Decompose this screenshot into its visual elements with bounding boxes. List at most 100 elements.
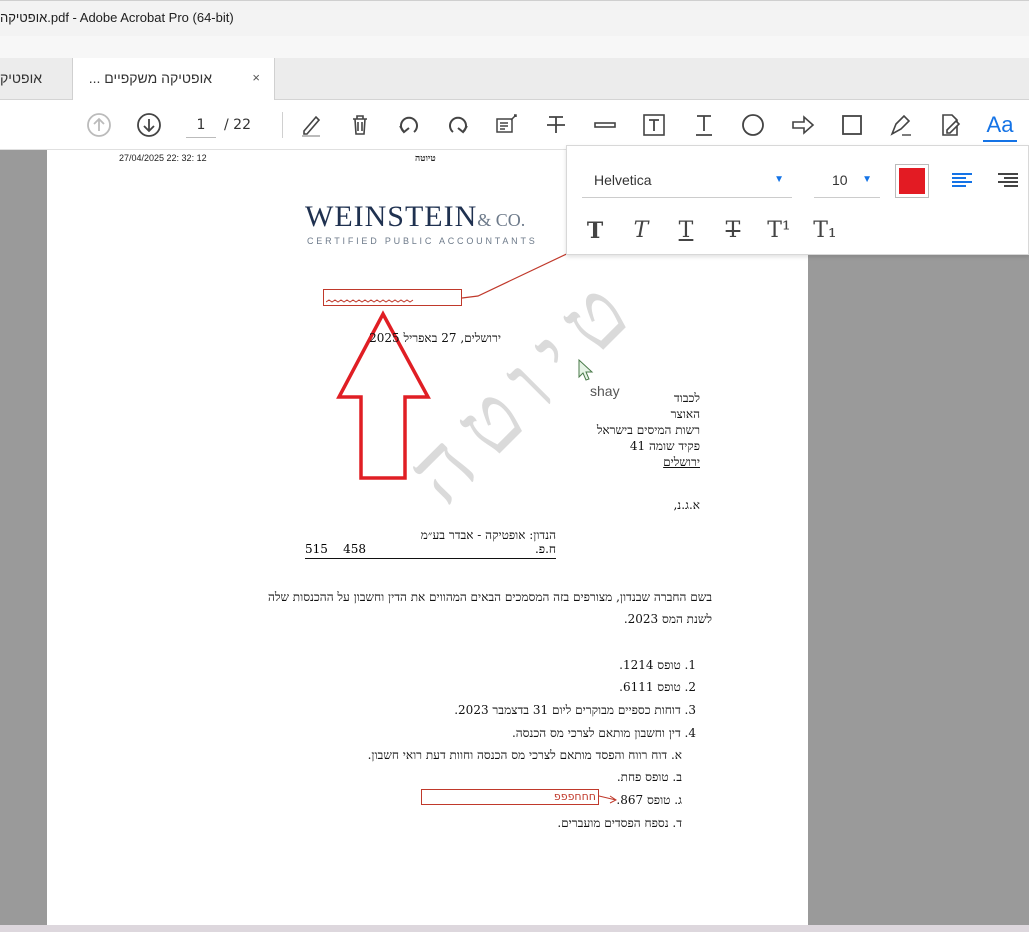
redo-icon — [449, 116, 468, 134]
stamp-tool[interactable] — [935, 111, 965, 139]
undo-icon — [399, 116, 418, 134]
superscript-button[interactable]: T¹ — [764, 216, 794, 246]
font-size-dropdown[interactable]: 10 ▼ — [814, 164, 880, 198]
document-page[interactable]: 27/04/2025 22: 32: 12 טיוטה WEINSTEIN& C… — [47, 150, 808, 925]
rectangle-tool[interactable] — [837, 111, 867, 139]
subject-line: הנדון: אופטיקה - אבדר בע״מ — [420, 528, 556, 542]
text-underline-icon — [696, 115, 712, 136]
arrow-right-icon — [792, 115, 815, 135]
page-number-input[interactable]: 1 — [186, 113, 216, 138]
window-title: אופטיקה.pdf - Adobe Acrobat Pro (64-bit) — [0, 10, 234, 25]
tab-label: אופטיק — [0, 70, 42, 86]
workspace-left — [0, 150, 47, 925]
textbox-icon — [643, 114, 665, 136]
text-comment-icon — [496, 114, 517, 133]
annotation-pointer — [598, 795, 617, 804]
ellipse-tool[interactable] — [738, 111, 768, 139]
font-family-dropdown[interactable]: Helvetica ▼ — [582, 164, 792, 198]
page-total: / 22 — [224, 117, 251, 133]
tab-label: אופטיקה משקפיים ... — [88, 70, 212, 86]
insert-text-tool[interactable] — [689, 111, 719, 139]
previous-page-button[interactable] — [84, 111, 114, 139]
bottom-strip — [0, 925, 1029, 932]
recipient-line: פקיד שומה 41 — [629, 439, 700, 453]
text-annotation-box[interactable]: חחחפפפ — [421, 789, 599, 805]
recipient-line: ירושלים — [663, 455, 700, 469]
company-id-value: 515 458 — [305, 542, 367, 556]
text-color-picker[interactable] — [895, 164, 929, 198]
chevron-down-icon: ▼ — [862, 174, 872, 185]
workspace-right — [808, 150, 1029, 925]
list-item: 4. דין וחשבון מותאם לצרכי מס הכנסה. — [511, 726, 696, 740]
logo-main: WEINSTEIN — [305, 200, 478, 233]
highlight-tool[interactable] — [296, 111, 326, 139]
line-icon — [594, 122, 616, 128]
highlighter-icon — [302, 115, 321, 137]
squiggle-underline — [326, 299, 414, 303]
stamp-icon — [942, 114, 961, 136]
arrow-tool[interactable] — [788, 111, 818, 139]
recipient-line: רשות המיסים בישראל — [596, 423, 700, 437]
bold-button[interactable]: T — [580, 216, 610, 246]
strikethrough-icon — [547, 116, 565, 133]
toolbar: 1 / 22 Aa — [0, 100, 1029, 150]
list-item: 1. טופס 1214. — [619, 658, 696, 672]
next-page-button[interactable] — [134, 111, 164, 139]
body-line-2: לשנת המס 2023. — [623, 612, 712, 626]
annotation-connector — [461, 249, 576, 299]
logo-subtitle: CERTIFIED PUBLIC ACCOUNTANTS — [307, 236, 538, 246]
underline-button[interactable]: T — [671, 216, 701, 246]
sign-tool[interactable] — [886, 111, 916, 139]
mouse-cursor-icon — [578, 358, 594, 381]
recipient-block: לכבוד האוצר רשות המיסים בישראל פקיד שומה… — [597, 390, 700, 470]
fountain-pen-icon — [890, 114, 911, 136]
text-properties-panel: Helvetica ▼ 10 ▼ T T T T T¹ T₁ — [566, 145, 1029, 255]
menu-bar — [0, 36, 1029, 58]
color-swatch — [899, 168, 925, 194]
list-item: ג. טופס 867. — [616, 793, 682, 807]
align-right-button[interactable] — [995, 168, 1021, 194]
font-family-value: Helvetica — [594, 172, 652, 188]
arrow-up-circle-icon — [87, 113, 111, 137]
tab-document-1[interactable]: אופטיק — [0, 58, 73, 100]
recipient-line: לכבוד — [673, 391, 700, 405]
title-bar: אופטיקה.pdf - Adobe Acrobat Pro (64-bit) — [0, 0, 1029, 36]
trash-icon — [353, 115, 367, 135]
tab-strip: אופטיק אופטיקה משקפיים ... × — [0, 58, 1029, 100]
textbox-tool[interactable] — [639, 111, 669, 139]
align-left-button[interactable] — [949, 168, 975, 194]
company-logo: WEINSTEIN& CO. — [305, 200, 525, 234]
list-item: 3. דוחות כספיים מבוקרים ליום 31 בדצמבר 2… — [454, 703, 696, 717]
annotation-text: חחחפפפ — [553, 790, 596, 803]
undo-button[interactable] — [394, 111, 424, 139]
add-text-comment-tool[interactable] — [492, 111, 522, 139]
square-icon — [842, 115, 862, 135]
tab-document-active[interactable]: אופטיקה משקפיים ... × — [73, 58, 275, 100]
close-tab-icon[interactable]: × — [252, 70, 260, 85]
company-id-label: ח.פ. — [534, 542, 556, 556]
date-line: ירושלים, 27 באפריל 2025 — [369, 331, 501, 345]
list-item: 2. טופס 6111. — [619, 680, 696, 694]
delete-tool[interactable] — [345, 111, 375, 139]
recipient-line: האוצר — [670, 407, 700, 421]
text-properties-tool[interactable]: Aa — [983, 110, 1017, 142]
strikethrough-tool[interactable] — [541, 111, 571, 139]
circle-icon — [742, 114, 764, 136]
italic-button[interactable]: T — [626, 216, 656, 246]
list-item: א. דוח רווח והפסד מותאם לצרכי מס הכנסה ו… — [367, 748, 682, 762]
arrow-down-circle-icon — [137, 113, 161, 137]
line-tool[interactable] — [590, 111, 620, 139]
header-title: טיוטה — [415, 154, 436, 164]
font-size-value: 10 — [832, 172, 848, 188]
strikethrough-button[interactable]: T — [718, 216, 748, 246]
greeting: א.ג.נ, — [673, 498, 700, 512]
list-item: ד. נספח הפסדים מועברים. — [557, 816, 682, 830]
annotation-box[interactable] — [323, 289, 462, 306]
logo-co: & CO. — [477, 210, 526, 230]
subscript-button[interactable]: T₁ — [810, 216, 840, 246]
header-date: 27/04/2025 22: 32: 12 — [119, 153, 207, 163]
redo-button[interactable] — [443, 111, 473, 139]
company-id-line: ח.פ. 515 458 — [305, 542, 556, 559]
body-line-1: בשם החברה שבנדון, מצורפים בזה המסמכים הב… — [267, 590, 712, 604]
toolbar-divider — [282, 112, 283, 138]
